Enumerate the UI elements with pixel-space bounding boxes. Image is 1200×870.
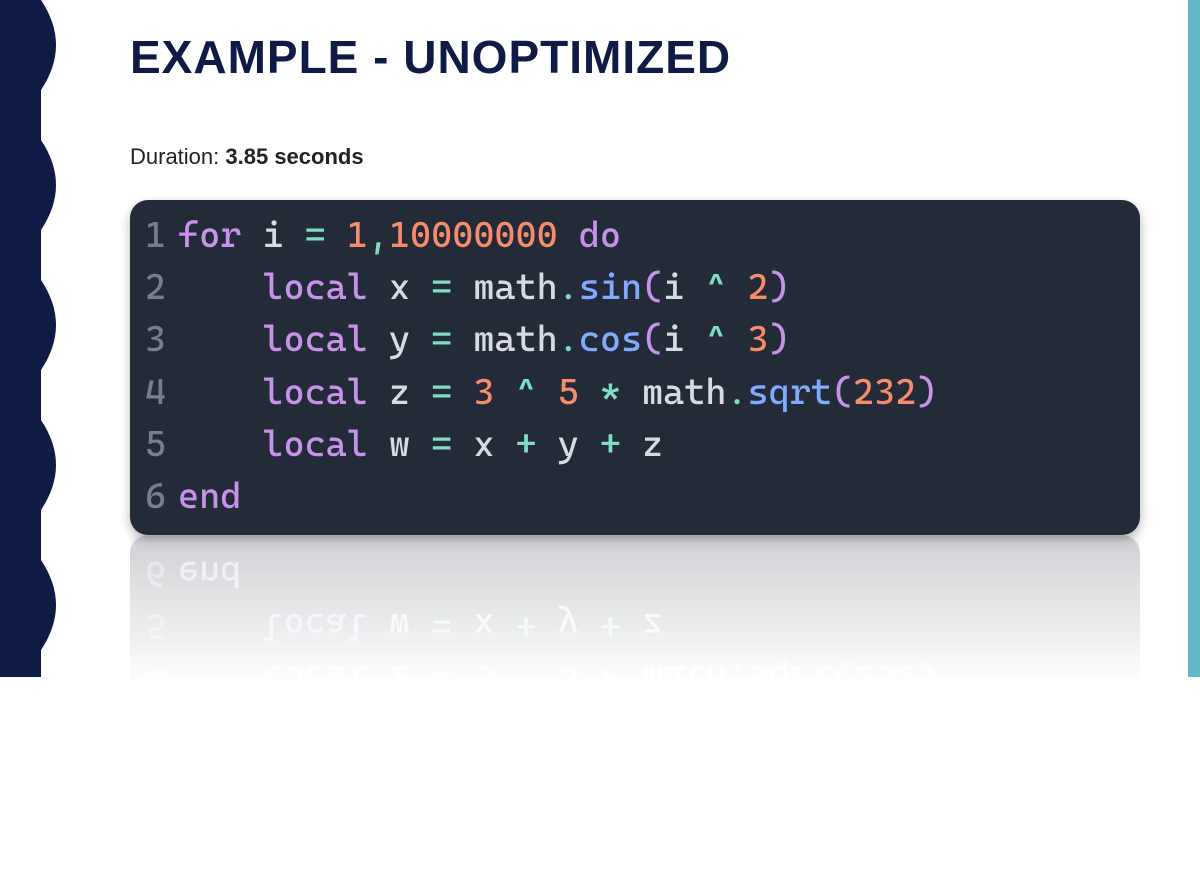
code-text: end [178, 471, 241, 523]
line-number: 5 [140, 599, 178, 651]
duration-label: Duration: [130, 144, 225, 169]
line-number: 3 [140, 314, 178, 366]
code-text: local z = 3 ^ 5 * math.sqrt(232) [178, 652, 937, 704]
slide-title: EXAMPLE - UNOPTIMIZED [130, 30, 1148, 84]
right-accent-bar [1188, 0, 1200, 677]
code-line: 6end [140, 471, 1120, 523]
code-line: 3 local y = math.cos(i ^ 3) [140, 314, 1120, 366]
code-text: end [178, 547, 241, 599]
code-text: for i = 1,10000000 do [178, 808, 621, 860]
code-line: 4 local z = 3 ^ 5 * math.sqrt(232) [140, 652, 1120, 704]
line-number: 3 [140, 704, 178, 756]
code-text: local y = math.cos(i ^ 3) [178, 704, 790, 756]
code-line: 5 local w = x + y + z [140, 599, 1120, 651]
code-block: 1for i = 1,10000000 do2 local x = math.s… [130, 200, 1140, 535]
code-line: 1for i = 1,10000000 do [140, 808, 1120, 860]
code-reflection: 1for i = 1,10000000 do2 local x = math.s… [130, 535, 1140, 870]
line-number: 1 [140, 808, 178, 860]
line-number: 6 [140, 547, 178, 599]
line-number: 2 [140, 262, 178, 314]
code-text: for i = 1,10000000 do [178, 210, 621, 262]
code-text: local w = x + y + z [178, 599, 663, 651]
line-number: 1 [140, 210, 178, 262]
code-line: 2 local x = math.sin(i ^ 2) [140, 262, 1120, 314]
slide-content: EXAMPLE - UNOPTIMIZED Duration: 3.85 sec… [80, 0, 1188, 677]
line-number: 6 [140, 471, 178, 523]
code-line: 3 local y = math.cos(i ^ 3) [140, 704, 1120, 756]
line-number: 2 [140, 756, 178, 808]
duration-value: 3.85 seconds [225, 144, 363, 169]
code-text: local w = x + y + z [178, 419, 663, 471]
line-number: 5 [140, 419, 178, 471]
code-line: 4 local z = 3 ^ 5 * math.sqrt(232) [140, 367, 1120, 419]
code-line: 1for i = 1,10000000 do [140, 210, 1120, 262]
code-line: 2 local x = math.sin(i ^ 2) [140, 756, 1120, 808]
code-text: local x = math.sin(i ^ 2) [178, 756, 790, 808]
line-number: 4 [140, 652, 178, 704]
code-container: 1for i = 1,10000000 do2 local x = math.s… [130, 200, 1140, 535]
code-line: 6end [140, 547, 1120, 599]
duration-text: Duration: 3.85 seconds [130, 144, 1148, 170]
code-text: local x = math.sin(i ^ 2) [178, 262, 790, 314]
code-line: 5 local w = x + y + z [140, 419, 1120, 471]
code-text: local y = math.cos(i ^ 3) [178, 314, 790, 366]
line-number: 4 [140, 367, 178, 419]
code-text: local z = 3 ^ 5 * math.sqrt(232) [178, 367, 937, 419]
left-wave-decoration [0, 0, 80, 677]
